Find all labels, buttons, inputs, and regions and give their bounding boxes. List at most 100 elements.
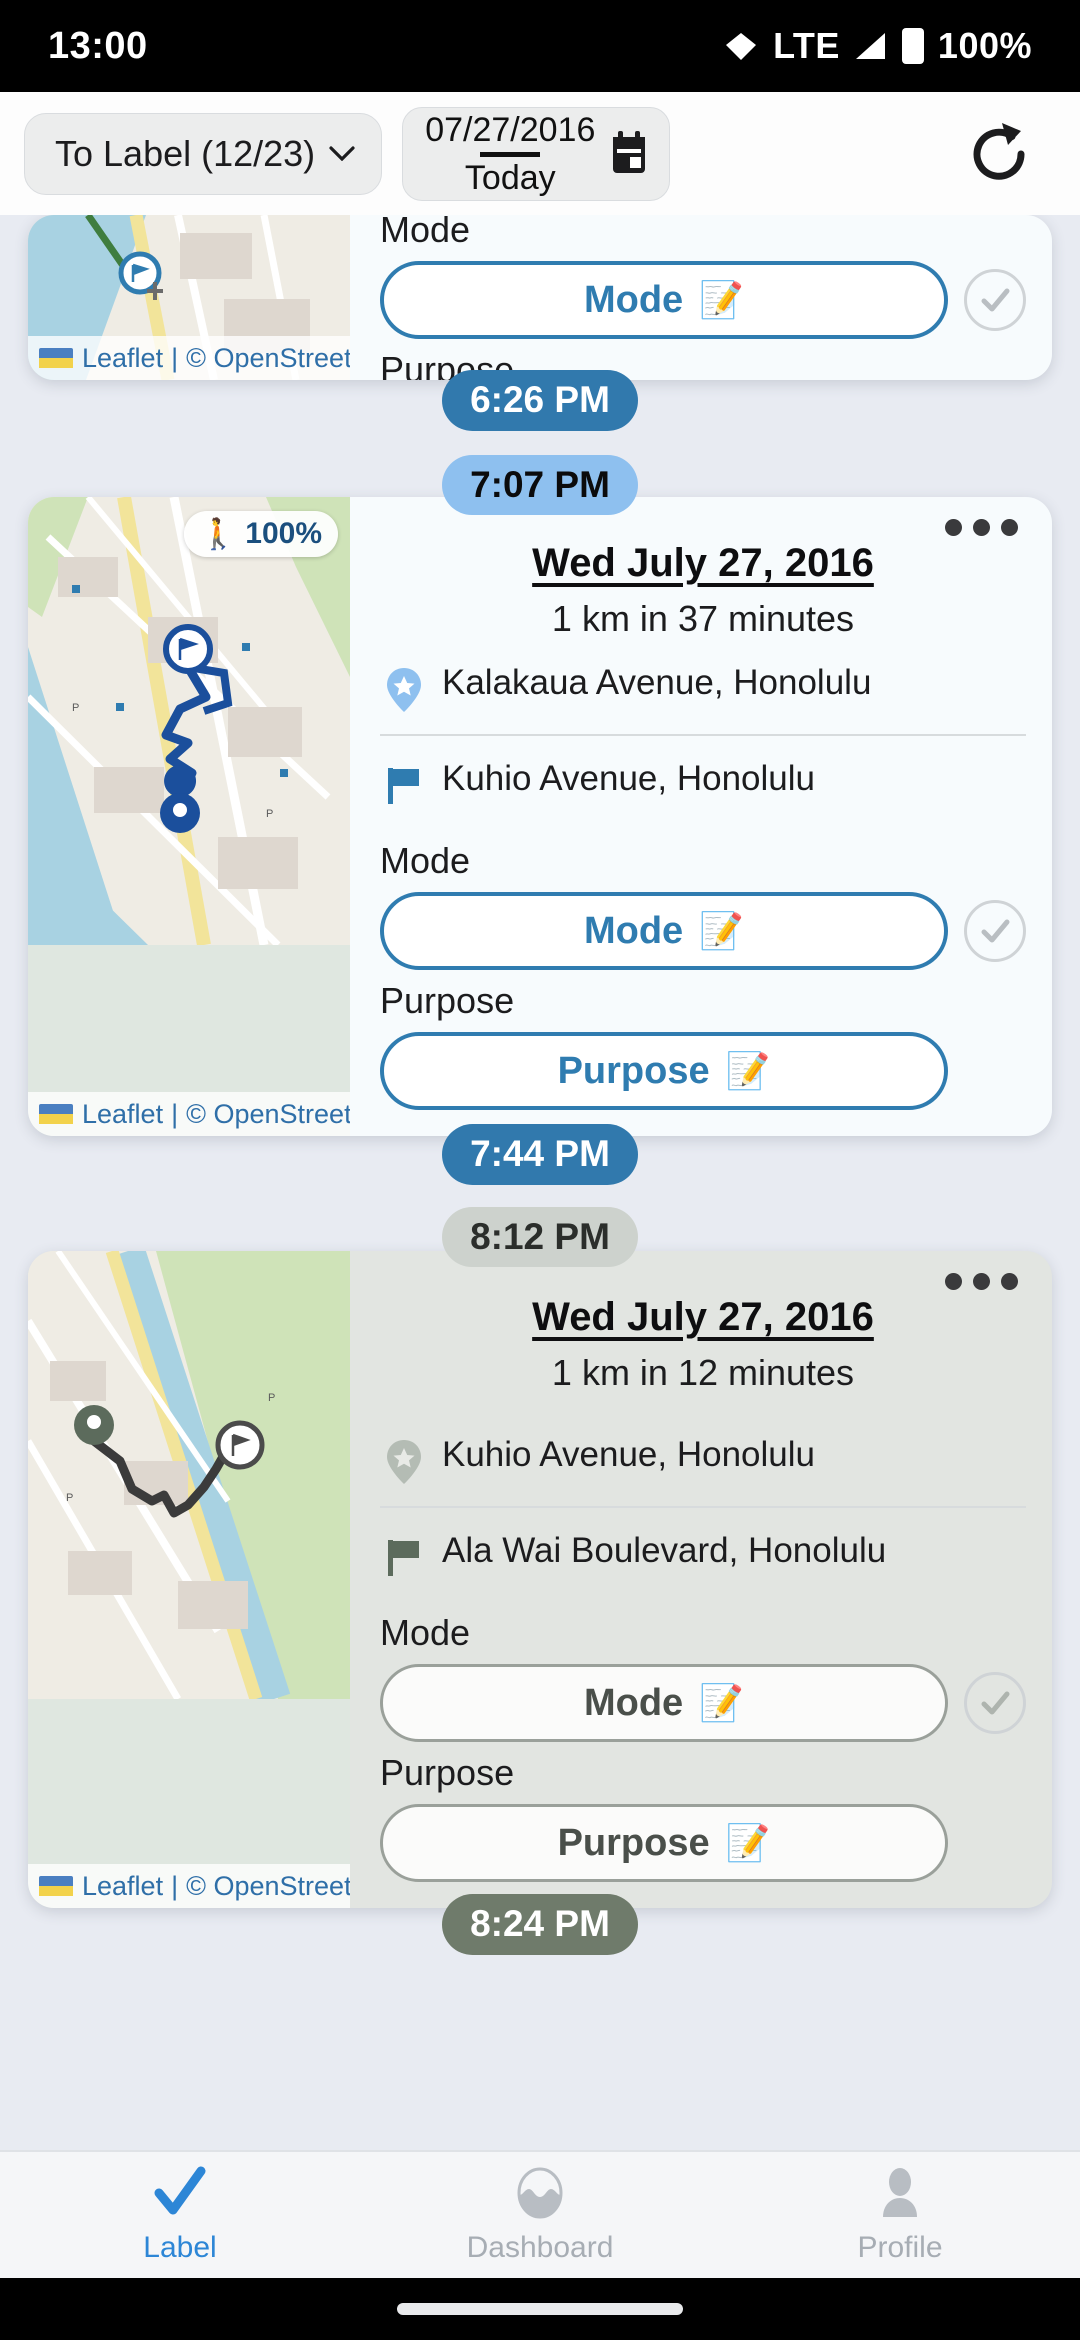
map-image: P P bbox=[28, 1251, 350, 1700]
mode-button[interactable]: Mode 📝 bbox=[380, 892, 948, 971]
trip-distance-duration: 1 km in 12 minutes bbox=[551, 1352, 855, 1394]
svg-text:P: P bbox=[66, 1492, 73, 1504]
trip-end-time: 8:24 PM bbox=[442, 1894, 638, 1955]
leaflet-logo-icon bbox=[39, 348, 73, 368]
openstreetmap-link[interactable]: © OpenStreetMap bbox=[186, 343, 350, 374]
mode-button[interactable]: Mode 📝 bbox=[380, 1664, 948, 1743]
purpose-button-label: Purpose bbox=[557, 1821, 710, 1864]
check-circle-icon bbox=[981, 1691, 1010, 1715]
mode-button[interactable]: Mode 📝 bbox=[380, 261, 948, 339]
timeline-marker: 6:26 PM bbox=[0, 370, 1080, 431]
signal-icon bbox=[855, 33, 885, 59]
tab-profile-text: Profile bbox=[857, 2231, 943, 2264]
confirm-button[interactable] bbox=[964, 900, 1026, 963]
check-circle-icon bbox=[981, 288, 1010, 312]
memo-pencil-icon: 📝 bbox=[699, 910, 745, 952]
mode-confidence-value: 100% bbox=[245, 517, 322, 551]
attribution-separator: | bbox=[171, 342, 179, 373]
status-bar: 13:00 LTE 100% bbox=[0, 0, 1080, 92]
trip-start-time: 8:12 PM bbox=[442, 1206, 638, 1268]
date-picker-button[interactable]: 07/27/2016 Today bbox=[402, 106, 671, 201]
home-indicator[interactable] bbox=[397, 2303, 683, 2315]
map-pin-star-icon bbox=[387, 1440, 421, 1485]
trip-card[interactable]: P P 🚶 100% Leaflet | © OpenStreetMap bbox=[28, 497, 1052, 1137]
purpose-button[interactable]: Purpose 📝 bbox=[380, 1804, 948, 1883]
trip-start-location: Kuhio Avenue, Honolulu bbox=[442, 1435, 815, 1475]
map-image: P P bbox=[28, 497, 350, 946]
svg-text:P: P bbox=[266, 808, 273, 820]
timeline-marker: 7:44 PM bbox=[0, 1124, 1080, 1185]
tab-label-text: Label bbox=[143, 2231, 217, 2264]
purpose-button[interactable]: Purpose 📝 bbox=[380, 1032, 948, 1111]
label-filter-dropdown[interactable]: To Label (12/23) bbox=[24, 112, 383, 195]
status-bar-indicators: LTE 100% bbox=[723, 25, 1032, 67]
mode-button-row: Mode 📝 bbox=[380, 261, 1026, 339]
trip-end-row: Kuhio Avenue, Honolulu bbox=[380, 734, 1026, 830]
system-navigation-bar bbox=[0, 2278, 1080, 2340]
trip-start-row: Kalakaua Avenue, Honolulu bbox=[380, 640, 1026, 734]
purpose-button-label: Purpose bbox=[557, 1049, 710, 1092]
trip-distance-duration: 1 km in 37 minutes bbox=[551, 598, 855, 640]
confirm-spacer bbox=[964, 1040, 1026, 1102]
battery-icon bbox=[901, 28, 924, 64]
timeline-marker: 8:24 PM bbox=[0, 1894, 1080, 1955]
memo-pencil-icon: 📝 bbox=[699, 1682, 745, 1724]
mode-field-label: Mode bbox=[380, 840, 471, 882]
trip-feed[interactable]: Leaflet | © OpenStreetMap Mode Mode 📝 bbox=[0, 215, 1080, 2150]
calendar-icon bbox=[613, 130, 646, 173]
status-bar-clock: 13:00 bbox=[48, 24, 148, 67]
more-options-icon[interactable] bbox=[945, 519, 1018, 537]
refresh-icon[interactable] bbox=[964, 119, 1034, 189]
svg-text:P: P bbox=[268, 1392, 275, 1404]
check-icon bbox=[154, 2166, 206, 2215]
trip-map-thumbnail[interactable]: P P Leaflet | © OpenStreetMap bbox=[28, 1251, 350, 1909]
trip-map-thumbnail[interactable]: P P 🚶 100% Leaflet | © OpenStreetMap bbox=[28, 497, 350, 1137]
trip-end-time: 6:26 PM bbox=[442, 370, 638, 431]
memo-pencil-icon: 📝 bbox=[699, 279, 745, 320]
trip-date: Wed July 27, 2016 bbox=[532, 541, 874, 586]
leaflet-link[interactable]: Leaflet bbox=[82, 343, 163, 374]
trip-detail-panel: Mode Mode 📝 Purpose Purpose bbox=[350, 215, 1052, 380]
svg-text:P: P bbox=[72, 702, 79, 714]
trip-end-location: Ala Wai Boulevard, Honolulu bbox=[442, 1531, 887, 1571]
bottom-navigation: Label Dashboard Profile bbox=[0, 2150, 1080, 2278]
confirm-button[interactable] bbox=[964, 269, 1026, 331]
tab-profile[interactable]: Profile bbox=[720, 2165, 1080, 2265]
timeline-marker: 8:12 PM bbox=[0, 1206, 1080, 1268]
timeline-marker: 7:07 PM bbox=[0, 454, 1080, 516]
purpose-button-row: Purpose 📝 bbox=[380, 1032, 1026, 1111]
mode-button-label: Mode bbox=[583, 909, 684, 952]
walking-icon: 🚶 bbox=[199, 517, 238, 551]
date-picker-stack: 07/27/2016 Today bbox=[425, 113, 595, 195]
mode-button-label: Mode bbox=[583, 278, 684, 321]
trip-start-time: 7:07 PM bbox=[442, 454, 638, 516]
confirm-spacer bbox=[964, 1812, 1026, 1874]
network-type-label: LTE bbox=[773, 25, 840, 66]
mode-field-label: Mode bbox=[380, 215, 471, 250]
confirm-button[interactable] bbox=[964, 1672, 1026, 1735]
purpose-field-label: Purpose bbox=[380, 1752, 515, 1794]
mode-confidence-badge: 🚶 100% bbox=[183, 511, 338, 558]
memo-pencil-icon: 📝 bbox=[725, 1050, 771, 1092]
person-icon bbox=[883, 2168, 917, 2217]
memo-pencil-icon: 📝 bbox=[725, 1822, 771, 1864]
battery-percent-label: 100% bbox=[937, 25, 1032, 66]
date-value: 07/27/2016 bbox=[425, 110, 596, 149]
purpose-button-row: Purpose 📝 bbox=[380, 1804, 1026, 1883]
trip-start-location: Kalakaua Avenue, Honolulu bbox=[442, 663, 872, 703]
mode-button-row: Mode 📝 bbox=[380, 1664, 1026, 1743]
leaflet-logo-icon bbox=[39, 1104, 73, 1125]
flag-icon bbox=[388, 1540, 419, 1577]
trip-card[interactable]: P P Leaflet | © OpenStreetMap Wed July 2… bbox=[28, 1251, 1052, 1909]
trip-map-thumbnail[interactable]: Leaflet | © OpenStreetMap bbox=[28, 215, 350, 380]
tab-dashboard[interactable]: Dashboard bbox=[360, 2165, 720, 2265]
app-screen: 13:00 LTE 100% To Label (12/23) 07/27/20… bbox=[0, 0, 1080, 2340]
tab-label[interactable]: Label bbox=[0, 2165, 360, 2265]
mode-button-row: Mode 📝 bbox=[380, 892, 1026, 971]
tab-dashboard-text: Dashboard bbox=[466, 2231, 614, 2264]
date-relative-label: Today bbox=[464, 158, 556, 197]
more-options-icon[interactable] bbox=[945, 1273, 1018, 1291]
trip-card[interactable]: Leaflet | © OpenStreetMap Mode Mode 📝 bbox=[28, 215, 1052, 380]
dashboard-icon bbox=[517, 2167, 563, 2219]
wifi-icon bbox=[726, 33, 757, 60]
